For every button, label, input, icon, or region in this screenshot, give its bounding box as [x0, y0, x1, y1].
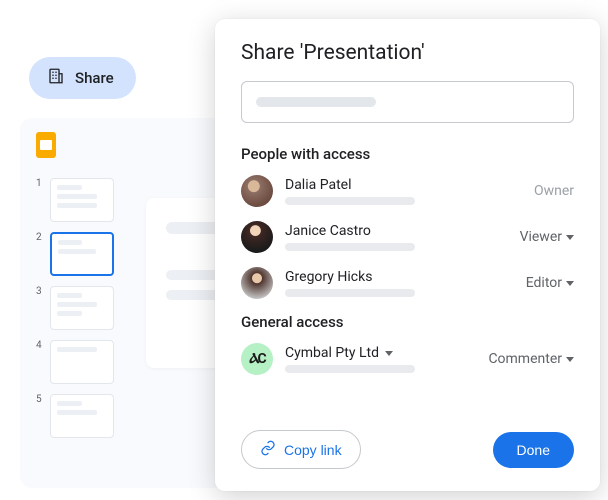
share-dialog: Share 'Presentation' People with access … [215, 19, 600, 491]
role-dropdown[interactable]: Viewer [520, 229, 574, 245]
avatar [241, 175, 273, 207]
chevron-down-icon [385, 351, 393, 356]
dialog-title: Share 'Presentation' [241, 41, 574, 65]
copy-link-button[interactable]: Copy link [241, 430, 361, 469]
org-sub-placeholder [285, 365, 415, 373]
person-name: Dalia Patel [285, 177, 522, 193]
role-dropdown[interactable]: Editor [526, 275, 574, 291]
slide-thumbnail-selected[interactable] [50, 232, 114, 276]
share-button[interactable]: Share [29, 57, 136, 99]
done-button[interactable]: Done [493, 432, 574, 468]
section-people-heading: People with access [241, 145, 574, 163]
person-email-placeholder [285, 289, 415, 297]
avatar [241, 267, 273, 299]
general-role-dropdown[interactable]: Commenter [488, 351, 574, 367]
slide-thumbnail[interactable] [50, 286, 114, 330]
chevron-down-icon [566, 281, 574, 286]
role-owner: Owner [534, 183, 574, 199]
link-icon [260, 440, 276, 459]
add-people-input[interactable] [241, 81, 574, 123]
thumb-number: 5 [36, 394, 44, 405]
person-row: Janice Castro Viewer [241, 221, 574, 253]
copy-link-label: Copy link [284, 442, 342, 458]
section-general-heading: General access [241, 313, 574, 331]
thumb-number: 1 [36, 178, 44, 189]
person-email-placeholder [285, 243, 415, 251]
person-email-placeholder [285, 197, 415, 205]
chevron-down-icon [566, 357, 574, 362]
org-icon: ⲀC [241, 343, 273, 375]
share-button-label: Share [75, 69, 114, 87]
person-row: Dalia Patel Owner [241, 175, 574, 207]
thumb-number: 3 [36, 286, 44, 297]
input-placeholder [256, 97, 376, 107]
person-name: Janice Castro [285, 223, 508, 239]
chevron-down-icon [566, 235, 574, 240]
person-row: Gregory Hicks Editor [241, 267, 574, 299]
slide-thumbnail[interactable] [50, 394, 114, 438]
slide-thumbnail[interactable] [50, 178, 114, 222]
general-access-row: ⲀC Cymbal Pty Ltd Commenter [241, 343, 574, 375]
person-name: Gregory Hicks [285, 269, 514, 285]
slides-app-icon [36, 132, 56, 158]
org-name-dropdown[interactable]: Cymbal Pty Ltd [285, 345, 476, 361]
slide-thumbnail[interactable] [50, 340, 114, 384]
thumb-number: 2 [36, 232, 44, 243]
thumb-number: 4 [36, 340, 44, 351]
building-icon [47, 67, 65, 89]
avatar [241, 221, 273, 253]
